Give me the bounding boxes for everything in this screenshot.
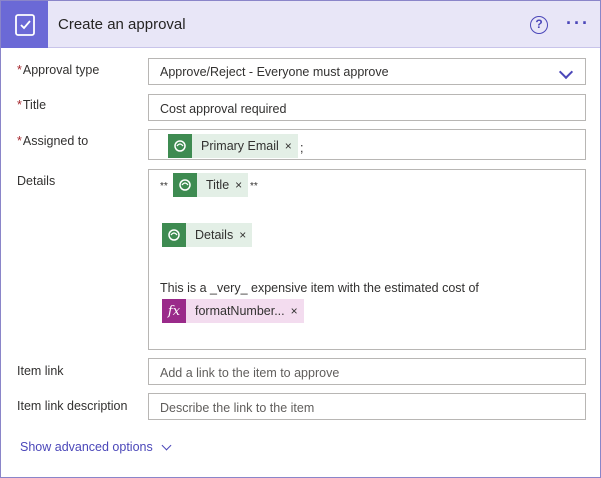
details-label: Details bbox=[17, 174, 56, 188]
assignee-separator: ; bbox=[300, 141, 304, 155]
remove-token-icon[interactable]: × bbox=[285, 139, 298, 153]
item-link-label: Item link bbox=[17, 364, 64, 378]
card-header[interactable]: Create an approval ? ··· bbox=[1, 1, 600, 48]
chevron-down-icon[interactable] bbox=[558, 64, 574, 80]
approval-type-label: *Approval type bbox=[17, 63, 100, 77]
title-label: *Title bbox=[17, 98, 47, 112]
show-advanced-options-link[interactable]: Show advanced options bbox=[20, 440, 172, 454]
chevron-down-icon bbox=[161, 440, 172, 450]
item-link-description-placeholder: Describe the link to the item bbox=[160, 401, 315, 415]
fx-icon: fx bbox=[162, 299, 186, 323]
item-link-description-label: Item link description bbox=[17, 399, 128, 413]
assigned-to-input[interactable]: Primary Email × ; bbox=[148, 129, 586, 160]
title-value: Cost approval required bbox=[160, 102, 287, 116]
details-token[interactable]: Details × bbox=[162, 223, 253, 247]
remove-token-icon[interactable]: × bbox=[291, 304, 304, 318]
item-link-input[interactable]: Add a link to the item to approve bbox=[148, 358, 586, 385]
details-editor[interactable]: ** Title × ** Details × This is a _very_… bbox=[148, 169, 586, 350]
remove-token-icon[interactable]: × bbox=[239, 228, 252, 242]
assigned-to-label: *Assigned to bbox=[17, 134, 89, 148]
item-link-placeholder: Add a link to the item to approve bbox=[160, 366, 340, 380]
primary-email-token[interactable]: Primary Email × bbox=[168, 134, 298, 158]
item-link-description-input[interactable]: Describe the link to the item bbox=[148, 393, 586, 420]
approval-icon bbox=[1, 1, 48, 48]
approval-type-dropdown[interactable]: Approve/Reject - Everyone must approve bbox=[148, 58, 586, 85]
more-options-icon[interactable]: ··· bbox=[566, 13, 590, 34]
title-token[interactable]: Title × bbox=[173, 173, 249, 197]
dataverse-icon bbox=[162, 223, 186, 247]
dataverse-icon bbox=[173, 173, 197, 197]
dataverse-icon bbox=[168, 134, 192, 158]
help-icon[interactable]: ? bbox=[530, 16, 548, 34]
bold-marker-open: ** bbox=[160, 181, 168, 192]
remove-token-icon[interactable]: × bbox=[235, 178, 248, 192]
bold-marker-close: ** bbox=[250, 181, 258, 192]
approval-action-card: Create an approval ? ··· *Approval type … bbox=[0, 0, 601, 478]
approval-type-value: Approve/Reject - Everyone must approve bbox=[160, 65, 389, 79]
card-title: Create an approval bbox=[58, 16, 186, 33]
title-input[interactable]: Cost approval required bbox=[148, 94, 586, 121]
details-body-text: This is a _very_ expensive item with the… bbox=[160, 281, 479, 295]
format-number-expression-token[interactable]: fx formatNumber... × bbox=[162, 299, 304, 323]
